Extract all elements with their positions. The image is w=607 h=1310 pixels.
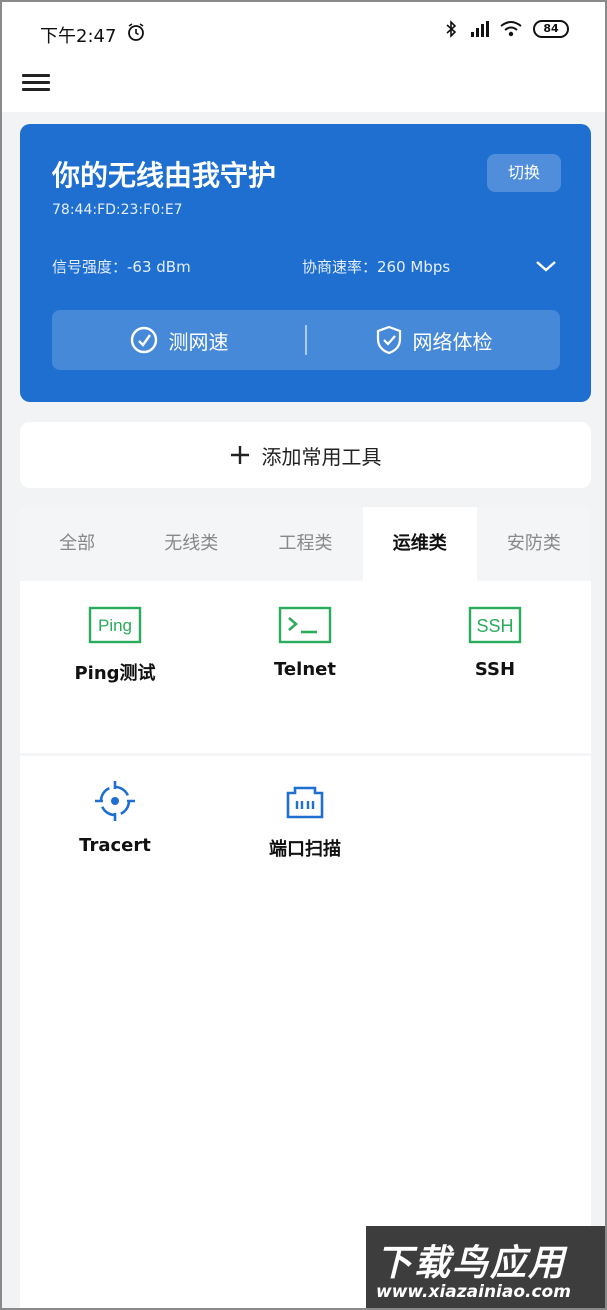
tool-telnet[interactable]: Telnet bbox=[210, 597, 400, 767]
bluetooth-icon bbox=[446, 20, 457, 38]
wifi-mac-address: 78:44:FD:23:F0:E7 bbox=[52, 202, 183, 218]
tab-security[interactable]: 安防类 bbox=[477, 507, 591, 581]
plus-icon bbox=[230, 446, 249, 464]
tab-operations[interactable]: 运维类 bbox=[362, 507, 477, 581]
row-divider bbox=[20, 753, 591, 756]
speed-test-label: 测网速 bbox=[168, 329, 229, 354]
watermark: 下载鸟应用 www.xiazainiao.com bbox=[366, 1226, 605, 1308]
alarm-icon bbox=[128, 23, 144, 41]
tool-ping[interactable]: Ping Ping测试 bbox=[20, 597, 210, 767]
watermark-url: www.xiazainiao.com bbox=[376, 1282, 571, 1302]
tool-label: Tracert bbox=[79, 835, 151, 856]
tool-label: 端口扫描 bbox=[269, 839, 341, 860]
tab-wireless[interactable]: 无线类 bbox=[134, 507, 248, 581]
terminal-icon bbox=[278, 606, 332, 644]
phone-screen: 下午2:47 84 你的无线由我守护 78:44:FD:23:F0:E7 切换 … bbox=[0, 0, 607, 1310]
tool-row: Tracert 端口扫描 bbox=[20, 773, 591, 943]
add-tool-button[interactable]: 添加常用工具 bbox=[20, 422, 591, 488]
watermark-title: 下载鸟应用 bbox=[376, 1243, 567, 1284]
status-icons: 84 bbox=[445, 20, 569, 38]
tool-tracert[interactable]: Tracert bbox=[20, 773, 210, 943]
speed-test-icon bbox=[130, 326, 157, 354]
ping-icon: Ping bbox=[88, 606, 142, 644]
wifi-title: 你的无线由我守护 bbox=[52, 159, 277, 192]
shield-check-icon bbox=[376, 325, 401, 355]
tools-panel: 全部 无线类 工程类 运维类 安防类 Ping Ping测试 Telnet SS… bbox=[20, 507, 591, 1308]
negotiated-rate: 协商速率：260 Mbps bbox=[302, 258, 451, 276]
category-tabs: 全部 无线类 工程类 运维类 安防类 bbox=[20, 507, 591, 581]
ping-icon-text: Ping bbox=[98, 616, 132, 635]
ethernet-port-icon bbox=[286, 786, 324, 819]
tool-row: Ping Ping测试 Telnet SSH SSH bbox=[20, 597, 591, 767]
network-check-button[interactable]: 网络体检 bbox=[307, 310, 560, 370]
ssh-icon-text: SSH bbox=[476, 616, 513, 636]
crosshair-icon bbox=[95, 781, 135, 821]
ssh-icon: SSH bbox=[468, 606, 522, 644]
signal-strength: 信号强度：-63 dBm bbox=[52, 258, 191, 276]
wifi-icon bbox=[500, 21, 522, 37]
speed-test-button[interactable]: 测网速 bbox=[52, 310, 305, 370]
network-check-label: 网络体检 bbox=[412, 329, 493, 354]
wifi-actions: 测网速 网络体检 bbox=[52, 310, 560, 370]
tool-ssh[interactable]: SSH SSH bbox=[400, 597, 590, 767]
add-tool-label: 添加常用工具 bbox=[261, 444, 382, 469]
status-bar: 下午2:47 84 bbox=[2, 2, 605, 60]
battery-icon: 84 bbox=[533, 20, 569, 38]
tool-port-scan[interactable]: 端口扫描 bbox=[210, 773, 400, 943]
tool-label: Ping测试 bbox=[74, 663, 156, 684]
tool-label: Telnet bbox=[274, 659, 336, 680]
wifi-card: 你的无线由我守护 78:44:FD:23:F0:E7 切换 信号强度：-63 d… bbox=[20, 124, 591, 402]
chevron-down-icon[interactable] bbox=[535, 258, 557, 274]
top-bar bbox=[2, 60, 605, 112]
tab-engineering[interactable]: 工程类 bbox=[248, 507, 362, 581]
menu-icon[interactable] bbox=[22, 70, 50, 96]
tool-label: SSH bbox=[474, 659, 516, 680]
tab-all[interactable]: 全部 bbox=[20, 507, 134, 581]
signal-icon bbox=[471, 21, 489, 37]
switch-button[interactable]: 切换 bbox=[487, 154, 561, 192]
status-time: 下午2:47 bbox=[40, 26, 117, 47]
